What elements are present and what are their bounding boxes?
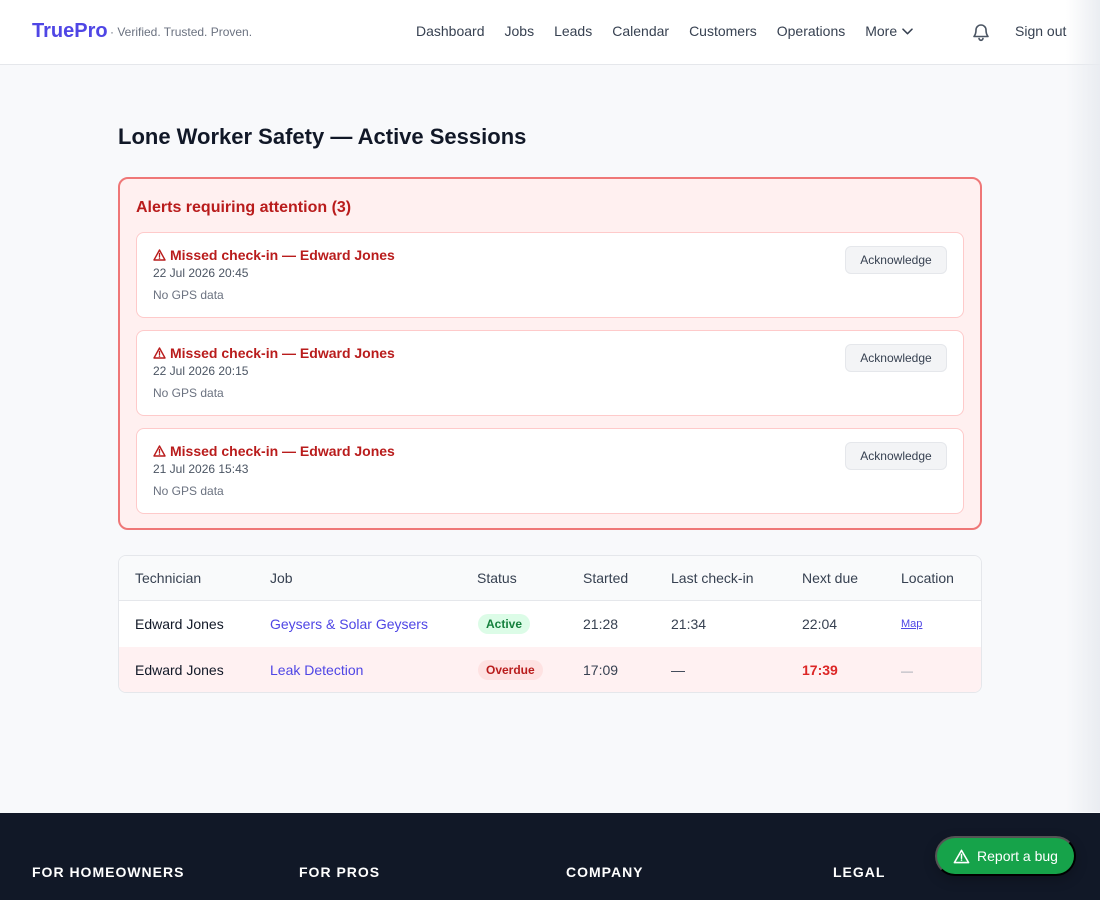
footer-heading-pros: FOR PROS [299,864,381,880]
alert-heading: Missed check-in — Edward Jones [153,345,395,361]
acknowledge-button[interactable]: Acknowledge [845,442,947,470]
started-cell: 17:09 [583,662,619,678]
alert-heading-text: Missed check-in — Edward Jones [170,443,395,459]
column-job: Job [270,570,293,586]
alert-gps-status: No GPS data [153,288,224,302]
bell-icon[interactable] [972,22,990,42]
table-header: Technician Job Status Started Last check… [119,556,981,601]
nav-jobs[interactable]: Jobs [505,23,535,39]
alerts-title: Alerts requiring attention (3) [136,199,352,216]
acknowledge-button[interactable]: Acknowledge [845,246,947,274]
alert-card: Missed check-in — Edward Jones 22 Jul 20… [136,232,964,318]
status-badge: Active [478,614,531,634]
nav-leads[interactable]: Leads [554,23,592,39]
chevron-down-icon [902,27,913,34]
started-cell: 21:28 [583,616,619,632]
alert-heading: Missed check-in — Edward Jones [153,247,395,263]
alert-card: Missed check-in — Edward Jones 21 Jul 20… [136,428,964,514]
warning-icon [153,445,166,457]
warning-icon [153,347,166,359]
page-title: Lone Worker Safety — Active Sessions [118,124,527,149]
column-status: Status [477,570,517,586]
column-next-due: Next due [802,570,859,586]
alert-date: 22 Jul 2026 20:45 [153,266,249,280]
main-navigation: Dashboard Jobs Leads Calendar Customers … [416,23,913,39]
technician-cell: Edward Jones [135,616,224,632]
column-started: Started [583,570,629,586]
sign-out-button[interactable]: Sign out [1015,23,1066,39]
alert-card: Missed check-in — Edward Jones 22 Jul 20… [136,330,964,416]
alert-gps-status: No GPS data [153,484,224,498]
job-link[interactable]: Leak Detection [270,662,363,678]
nav-dashboard[interactable]: Dashboard [416,23,485,39]
footer-heading-legal: LEGAL [833,864,886,880]
last-checkin-cell: — [671,662,685,678]
brand-tagline: · Verified. Trusted. Proven. [110,25,253,39]
location-cell: — [901,664,913,678]
warning-icon [953,849,970,863]
top-navigation: TruePro · Verified. Trusted. Proven. Das… [0,0,1100,65]
job-link[interactable]: Geysers & Solar Geysers [270,616,428,632]
map-link[interactable]: Map [901,618,922,630]
column-location: Location [901,570,954,586]
alert-heading: Missed check-in — Edward Jones [153,443,395,459]
nav-calendar[interactable]: Calendar [612,23,669,39]
column-last-checkin: Last check-in [671,570,754,586]
nav-customers[interactable]: Customers [689,23,757,39]
report-bug-button[interactable]: Report a bug [935,836,1076,876]
acknowledge-button[interactable]: Acknowledge [845,344,947,372]
alert-date: 21 Jul 2026 15:43 [153,462,249,476]
active-sessions-table: Technician Job Status Started Last check… [118,555,982,693]
status-badge: Overdue [478,660,543,680]
alerts-panel: Alerts requiring attention (3) Missed ch… [118,177,982,530]
footer-heading-homeowners: FOR HOMEOWNERS [32,864,185,880]
next-due-cell: 17:39 [802,662,838,678]
brand-logo[interactable]: TruePro [32,20,108,43]
last-checkin-cell: 21:34 [671,616,707,632]
scroll-shadow [1066,0,1100,812]
column-technician: Technician [135,570,202,586]
report-bug-label: Report a bug [977,848,1058,864]
nav-operations[interactable]: Operations [777,23,845,39]
alert-date: 22 Jul 2026 20:15 [153,364,249,378]
alert-heading-text: Missed check-in — Edward Jones [170,247,395,263]
alert-gps-status: No GPS data [153,386,224,400]
more-menu-label: More [865,23,898,39]
table-row: Edward Jones Leak Detection Overdue 17:0… [119,647,981,692]
warning-icon [153,249,166,261]
technician-cell: Edward Jones [135,662,224,678]
footer-heading-company: COMPANY [566,864,644,880]
more-menu-button[interactable]: More [865,23,913,39]
alert-heading-text: Missed check-in — Edward Jones [170,345,395,361]
table-row: Edward Jones Geysers & Solar Geysers Act… [119,601,981,647]
next-due-cell: 22:04 [802,616,838,632]
